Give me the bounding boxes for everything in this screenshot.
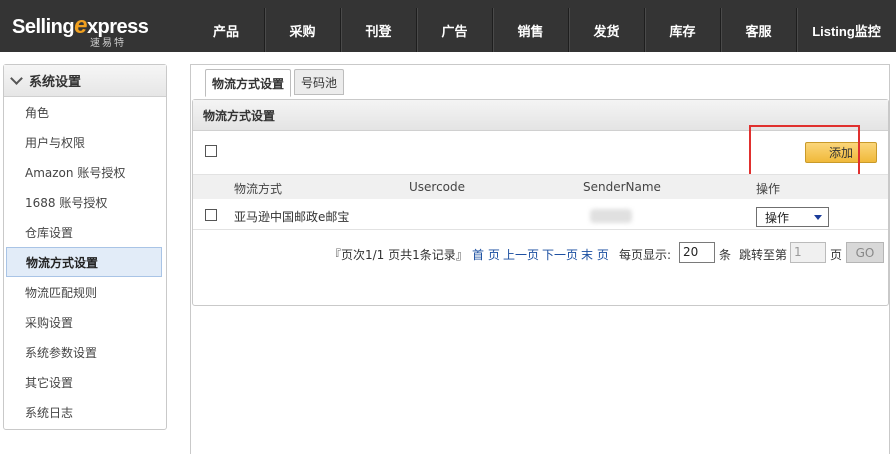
sidebar-item-shipping-rules[interactable]: 物流匹配规则 <box>4 277 166 307</box>
tab-shipping-methods[interactable]: 物流方式设置 <box>205 69 292 97</box>
pager-next[interactable]: 下一页 <box>542 246 578 263</box>
sidebar-item-1688-auth[interactable]: 1688 账号授权 <box>4 187 166 217</box>
sidebar-item-users[interactable]: 用户与权限 <box>4 127 166 157</box>
action-select[interactable]: 操作 <box>756 207 829 227</box>
nav-item-sales[interactable]: 销售 <box>492 8 568 52</box>
top-header: Sellingexpress 速易特 产品 采购 刊登 广告 销售 发货 库存 … <box>0 0 896 52</box>
sidebar-item-system-log[interactable]: 系统日志 <box>4 397 166 427</box>
logo-subtitle: 速易特 <box>90 38 126 49</box>
nav-item-inventory[interactable]: 库存 <box>644 8 720 52</box>
sidebar-title: 系统设置 <box>29 75 82 90</box>
go-button[interactable]: GO <box>846 242 884 263</box>
logo-text: Sellingexpress <box>12 12 149 39</box>
tab-number-pool[interactable]: 号码池 <box>294 69 345 95</box>
pager-summary: 『页次1/1 页共1条记录』 <box>329 248 468 262</box>
jump-unit: 页 <box>830 248 843 262</box>
per-page-label: 每页显示: <box>619 248 672 262</box>
column-header-sendername: SenderName <box>583 180 661 194</box>
per-page-input[interactable]: 20 <box>679 242 715 263</box>
sidebar-item-amazon-auth[interactable]: Amazon 账号授权 <box>4 157 166 187</box>
column-header-actions: 操作 <box>756 182 781 196</box>
nav-item-purchase[interactable]: 采购 <box>264 8 340 52</box>
pager-prev[interactable]: 上一页 <box>503 246 539 263</box>
nav-item-shipping[interactable]: 发货 <box>568 8 644 52</box>
table-row: 亚马逊中国邮政e邮宝 操作 <box>193 200 888 230</box>
sidebar-item-warehouse[interactable]: 仓库设置 <box>4 217 166 247</box>
sidebar-item-roles[interactable]: 角色 <box>4 97 166 127</box>
sidebar-item-purchase-settings[interactable]: 采购设置 <box>4 307 166 337</box>
table-header: 物流方式 Usercode SenderName 操作 <box>193 174 888 199</box>
jump-page-input[interactable]: 1 <box>790 242 826 263</box>
sidebar: 系统设置 角色 用户与权限 Amazon 账号授权 1688 账号授权 仓库设置… <box>3 64 167 430</box>
row-checkbox[interactable] <box>205 209 217 221</box>
chevron-down-icon <box>10 72 23 85</box>
shipping-methods-panel: 物流方式设置 添加 物流方式 Usercode SenderName 操作 亚马… <box>192 99 889 306</box>
add-button[interactable]: 添加 <box>805 142 877 163</box>
pager-first[interactable]: 首 页 <box>472 246 500 263</box>
nav-item-customer-service[interactable]: 客服 <box>720 8 796 52</box>
dropdown-arrow-icon <box>814 215 822 220</box>
sidebar-item-other-settings[interactable]: 其它设置 <box>4 367 166 397</box>
logo[interactable]: Sellingexpress 速易特 <box>12 8 162 49</box>
nav-item-listing-monitor[interactable]: Listing监控 <box>796 8 896 52</box>
per-page-unit: 条 <box>719 248 732 262</box>
pagination: 『页次1/1 页共1条记录』 首 页 上一页 下一页 末 页 每页显示: 20 … <box>193 241 888 265</box>
sidebar-item-shipping-methods[interactable]: 物流方式设置 <box>6 247 162 277</box>
jump-label: 跳转至第 <box>739 248 788 262</box>
sidebar-header[interactable]: 系统设置 <box>4 65 166 97</box>
column-header-method: 物流方式 <box>234 182 283 196</box>
redacted-sender <box>590 209 632 223</box>
panel-title: 物流方式设置 <box>193 100 888 131</box>
action-select-label: 操作 <box>765 210 790 225</box>
nav-item-listing[interactable]: 刊登 <box>340 8 416 52</box>
tab-bar: 物流方式设置 号码池 <box>205 69 347 97</box>
select-all-checkbox[interactable] <box>205 145 217 157</box>
pager-last[interactable]: 末 页 <box>581 246 609 263</box>
nav-item-ads[interactable]: 广告 <box>416 8 492 52</box>
main-content: 物流方式设置 号码池 物流方式设置 添加 物流方式 Usercode Sende… <box>190 64 890 454</box>
row-method: 亚马逊中国邮政e邮宝 <box>234 210 350 224</box>
sidebar-item-system-params[interactable]: 系统参数设置 <box>4 337 166 367</box>
column-header-usercode: Usercode <box>409 180 466 194</box>
nav-item-products[interactable]: 产品 <box>188 8 264 52</box>
main-nav: 产品 采购 刊登 广告 销售 发货 库存 客服 Listing监控 <box>188 8 896 52</box>
